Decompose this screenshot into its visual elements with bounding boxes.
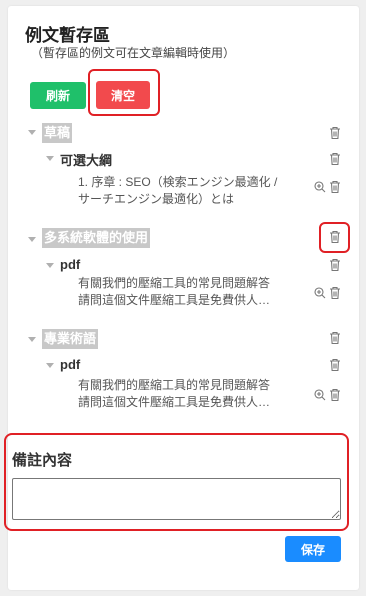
- trash-icon[interactable]: [329, 258, 341, 272]
- subfolder-label[interactable]: pdf: [60, 357, 80, 372]
- trash-icon[interactable]: [329, 331, 341, 345]
- save-button[interactable]: 保存: [285, 536, 341, 562]
- trash-icon[interactable]: [329, 230, 341, 244]
- subfolder-toggle-caret[interactable]: [46, 156, 54, 161]
- notes-textarea[interactable]: [12, 478, 341, 520]
- subfolder-label[interactable]: pdf: [60, 257, 80, 272]
- list-item-line[interactable]: 有關我們的壓縮工具的常見問題解答: [78, 275, 314, 292]
- list-item-line[interactable]: 請問這個文件壓縮工具是免費供人…: [78, 292, 314, 309]
- notes-title: 備註內容: [12, 452, 73, 469]
- zoom-in-icon[interactable]: [314, 287, 326, 299]
- list-item-line[interactable]: 1. 序章 : SEO（検索エンジン最適化 /: [78, 174, 314, 191]
- folder-label[interactable]: 草稿: [42, 123, 73, 143]
- trash-icon[interactable]: [329, 286, 341, 300]
- subfolder-toggle-caret[interactable]: [46, 263, 54, 268]
- panel-subtitle: （暫存區的例文可在文章編輯時使用）: [31, 46, 236, 60]
- subfolder-label[interactable]: 可選大綱: [60, 150, 112, 169]
- trash-icon[interactable]: [329, 388, 341, 402]
- trash-icon[interactable]: [329, 180, 341, 194]
- refresh-button[interactable]: 刷新: [30, 82, 86, 109]
- subfolder-toggle-caret[interactable]: [46, 363, 54, 368]
- list-item-line[interactable]: サーチエンジン最適化）とは: [78, 191, 314, 208]
- zoom-in-icon[interactable]: [314, 389, 326, 401]
- list-item-line[interactable]: 有關我們的壓縮工具的常見問題解答: [78, 377, 314, 394]
- folder-toggle-caret[interactable]: [28, 337, 36, 342]
- clear-button[interactable]: 清空: [96, 81, 150, 109]
- trash-icon[interactable]: [329, 358, 341, 372]
- folder-toggle-caret[interactable]: [28, 237, 36, 242]
- folder-label[interactable]: 專業術語: [42, 329, 99, 349]
- trash-icon[interactable]: [329, 152, 341, 166]
- folder-toggle-caret[interactable]: [28, 130, 36, 135]
- trash-icon[interactable]: [329, 126, 341, 140]
- list-item-line[interactable]: 請問這個文件壓縮工具是免費供人…: [78, 394, 314, 411]
- zoom-in-icon[interactable]: [314, 181, 326, 193]
- folder-label[interactable]: 多系統軟體的使用: [42, 228, 151, 248]
- panel-title: 例文暫存區: [25, 26, 110, 45]
